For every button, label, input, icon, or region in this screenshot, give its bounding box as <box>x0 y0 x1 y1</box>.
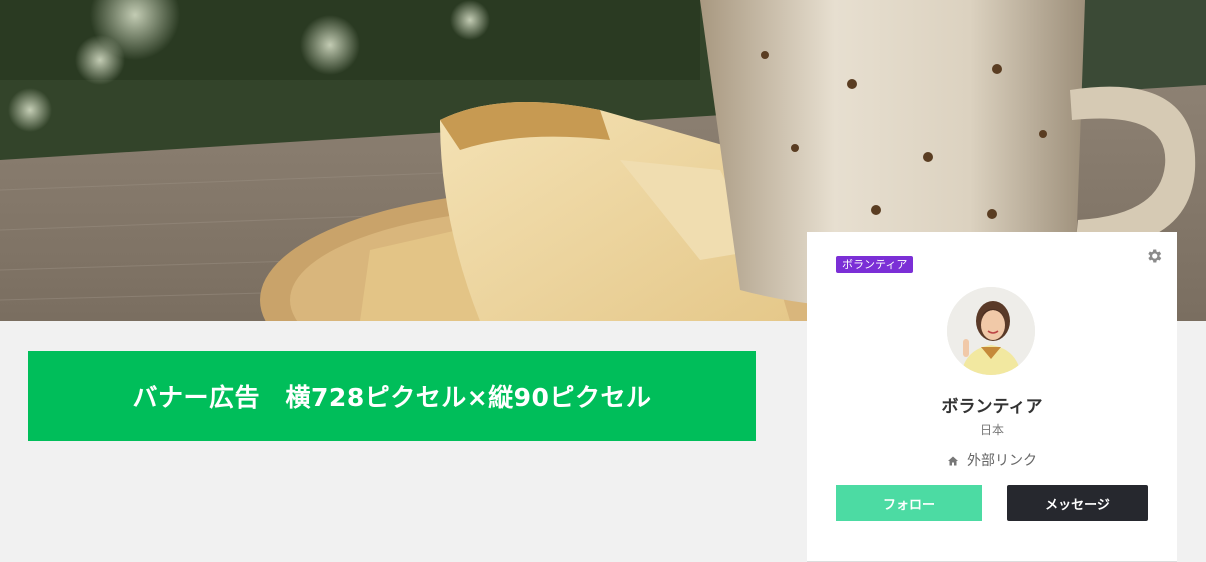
message-button[interactable]: メッセージ <box>1007 485 1148 521</box>
avatar-image <box>947 287 1035 375</box>
external-link[interactable]: 外部リンク <box>807 450 1177 470</box>
avatar[interactable] <box>947 287 1035 375</box>
profile-card: ボランティア ボランティア 日本 外部リンク フォロー メッセージ <box>807 232 1177 562</box>
profile-name: ボランティア <box>941 397 1043 417</box>
gear-icon[interactable] <box>1145 247 1163 265</box>
banner-ad[interactable]: バナー広告 横728ピクセル×縦90ピクセル <box>28 351 756 441</box>
role-badge: ボランティア <box>836 256 914 273</box>
external-link-label: 外部リンク <box>967 453 1037 469</box>
home-icon <box>948 456 958 466</box>
profile-country: 日本 <box>979 423 1004 437</box>
follow-button[interactable]: フォロー <box>836 485 982 521</box>
